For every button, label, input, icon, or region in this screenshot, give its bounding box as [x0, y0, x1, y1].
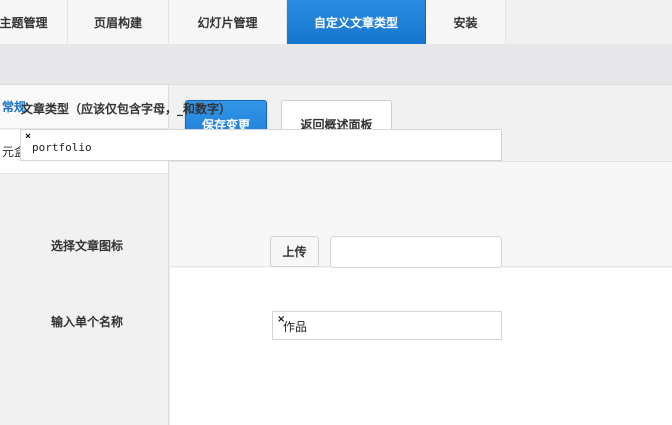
- tab-theme-management[interactable]: 主题管理: [0, 0, 68, 44]
- post-type-input[interactable]: × portfolio: [20, 129, 502, 161]
- post-type-label: 文章类型（应该仅包含字母，_和数字）: [21, 102, 232, 116]
- singular-name-input[interactable]: × 作品: [272, 311, 502, 340]
- post-settings-section: [170, 268, 672, 425]
- tab-custom-post-types[interactable]: 自定义文章类型: [287, 0, 426, 44]
- tab-install[interactable]: 安装: [426, 0, 506, 44]
- singular-name-value: 作品: [283, 320, 308, 334]
- upload-button[interactable]: 上传: [270, 236, 319, 267]
- post-icon-label: 选择文章图标: [51, 239, 124, 253]
- remove-icon[interactable]: ×: [25, 132, 31, 142]
- singular-name-label: 输入单个名称: [51, 315, 124, 329]
- header-band: [0, 44, 672, 85]
- top-tab-bar: 主题管理 页眉构建 幻灯片管理 自定义文章类型 安装: [0, 0, 672, 44]
- tab-header-builder[interactable]: 页眉构建: [68, 0, 169, 44]
- tab-bar-filler: [506, 0, 672, 44]
- post-type-value: portfolio: [32, 141, 92, 154]
- post-icon-input[interactable]: [330, 236, 502, 268]
- tab-slider-management[interactable]: 幻灯片管理: [169, 0, 287, 44]
